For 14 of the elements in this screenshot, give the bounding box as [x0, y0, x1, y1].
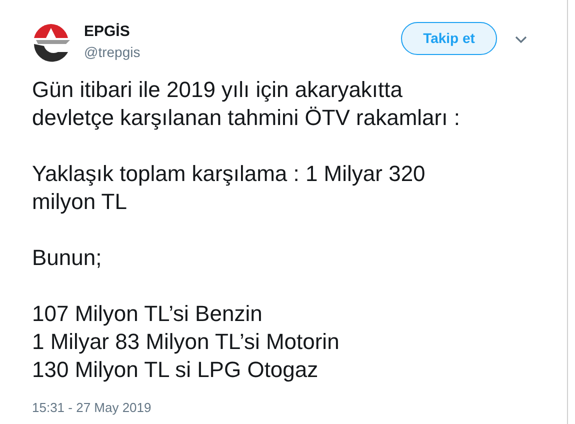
tweet-text-line: Yaklaşık toplam karşılama : 1 Milyar 320 — [32, 160, 426, 188]
tweet-text-line: 1 Milyar 83 Milyon TL’si Motorin — [32, 328, 340, 356]
tweet-text-line: milyon TL — [32, 188, 128, 216]
author-name[interactable]: EPGİS — [84, 22, 140, 42]
chevron-down-icon[interactable] — [515, 36, 527, 44]
tweet-text-line: 130 Milyon TL si LPG Otogaz — [32, 356, 320, 384]
tweet-text-line: devletçe karşılanan tahmini ÖTV rakamları : — [32, 104, 461, 132]
timestamp[interactable]: 15:31 - 27 May 2019 — [32, 398, 152, 418]
follow-button[interactable]: Takip et — [401, 22, 497, 55]
tweet-text-line: Gün itibari ile 2019 yılı için akaryakıtta — [32, 76, 404, 104]
author-handle[interactable]: @trepgis — [84, 42, 140, 62]
tweet-text-line: Bunun; — [32, 244, 103, 272]
logo-icon — [32, 22, 70, 62]
tweet-text-line: 107 Milyon TL’si Benzin — [32, 300, 264, 328]
